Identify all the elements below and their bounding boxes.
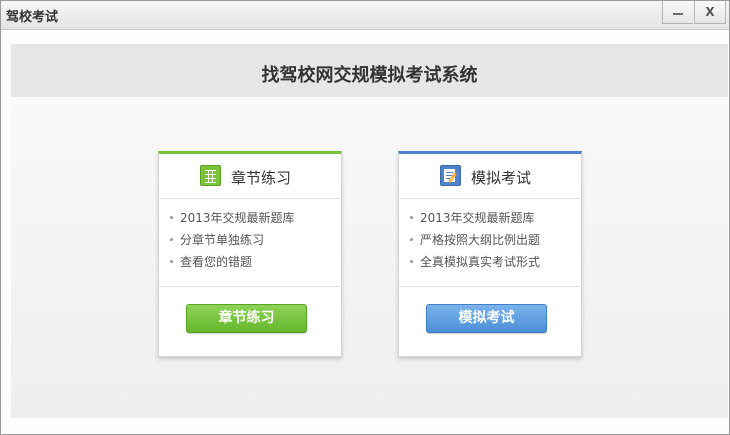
card-header: 模拟考试 [399,154,581,199]
close-icon: X [705,5,715,19]
feature-text: 2013年交规最新题库 [180,211,295,225]
feature-list: 2013年交规最新题库 严格按照大纲比例出题 全真模拟真实考试形式 [399,199,581,287]
header-band: 找驾校网交规模拟考试系统 [11,44,728,97]
close-button[interactable]: X [694,1,726,24]
list-item: 分章节单独练习 [159,229,341,251]
list-item: 2013年交规最新题库 [399,207,581,229]
minimize-button[interactable] [662,1,693,24]
chapter-practice-card: 章节练习 2013年交规最新题库 分章节单独练习 查看您的错题 章节练习 [158,151,342,357]
minimize-icon [673,12,683,15]
mock-exam-button[interactable]: 模拟考试 [426,304,547,333]
content-area [11,97,728,418]
card-title: 模拟考试 [471,169,532,187]
feature-text: 分章节单独练习 [180,233,265,247]
feature-list: 2013年交规最新题库 分章节单独练习 查看您的错题 [159,199,341,287]
grid-icon [200,165,221,186]
page-title: 找驾校网交规模拟考试系统 [261,65,478,86]
bullet-icon [410,238,413,241]
bullet-icon [170,260,173,263]
feature-text: 2013年交规最新题库 [420,211,535,225]
bullet-icon [170,216,173,219]
feature-text: 全真模拟真实考试形式 [420,255,541,269]
window-title: 驾校考试 [6,10,59,25]
exam-sheet-icon [440,165,461,186]
bullet-icon [170,238,173,241]
feature-text: 严格按照大纲比例出题 [420,233,541,247]
feature-text: 查看您的错题 [180,255,253,269]
list-item: 查看您的错题 [159,251,341,273]
list-item: 2013年交规最新题库 [159,207,341,229]
card-title: 章节练习 [231,169,292,187]
mock-exam-card: 模拟考试 2013年交规最新题库 严格按照大纲比例出题 全真模拟真实考试形式 模… [398,151,582,357]
bullet-icon [410,260,413,263]
bullet-icon [410,216,413,219]
list-item: 严格按照大纲比例出题 [399,229,581,251]
chapter-practice-button[interactable]: 章节练习 [186,304,307,333]
list-item: 全真模拟真实考试形式 [399,251,581,273]
card-header: 章节练习 [159,154,341,199]
title-bar[interactable]: 驾校考试 X [1,1,729,30]
